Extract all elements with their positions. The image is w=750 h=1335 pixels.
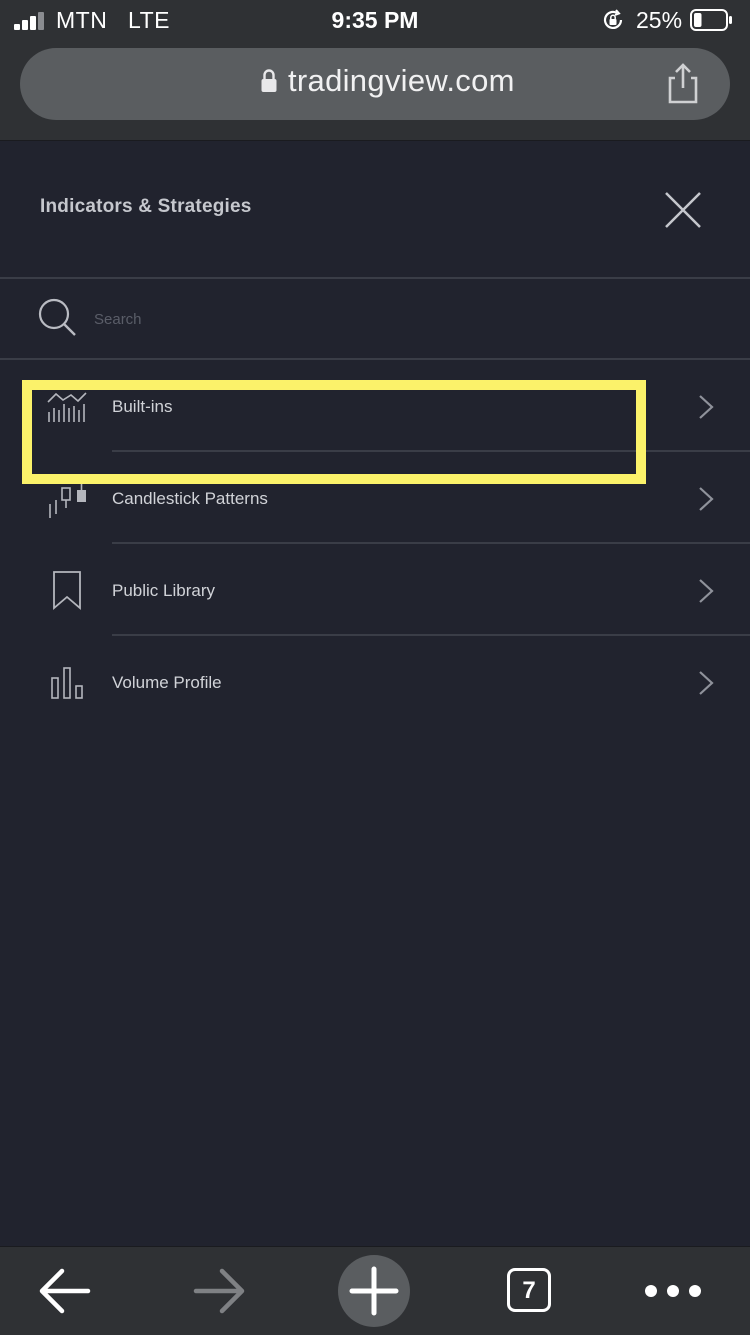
candlestick-icon: [49, 480, 86, 518]
more-options-icon[interactable]: [644, 1247, 702, 1335]
browser-chrome: MTN LTE 9:35 PM 25% tradingview.com: [0, 0, 750, 141]
browser-toolbar: 7: [0, 1246, 750, 1335]
search-row: [0, 278, 750, 360]
tab-count: 7: [522, 1277, 536, 1304]
volume-bars-icon: [51, 667, 83, 699]
search-input[interactable]: [92, 302, 696, 336]
back-arrow-icon[interactable]: [36, 1247, 92, 1335]
tab-count-button[interactable]: 7: [507, 1268, 551, 1312]
chevron-right-icon: [699, 395, 714, 419]
list-item-volume-profile[interactable]: Volume Profile: [0, 636, 750, 728]
chevron-right-icon: [699, 487, 714, 511]
orientation-lock-icon: [603, 9, 623, 29]
panel-header: Indicators & Strategies: [0, 141, 750, 279]
close-icon[interactable]: [662, 189, 704, 231]
chevron-right-icon: [699, 579, 714, 603]
list-item-candlestick-patterns[interactable]: Candlestick Patterns: [0, 452, 750, 544]
list-item-built-ins[interactable]: Built-ins: [0, 360, 750, 452]
status-bar: MTN LTE 9:35 PM 25%: [0, 0, 750, 42]
share-icon[interactable]: [666, 62, 700, 104]
secure-lock-icon: [261, 69, 277, 92]
address-bar[interactable]: tradingview.com: [20, 48, 730, 120]
forward-arrow-icon[interactable]: [192, 1247, 248, 1335]
panel-title: Indicators & Strategies: [40, 196, 252, 217]
list-item-label: Volume Profile: [112, 673, 222, 692]
bookmark-icon: [53, 571, 81, 610]
list-item-public-library[interactable]: Public Library: [0, 544, 750, 636]
list-item-label: Public Library: [112, 581, 215, 600]
search-icon: [38, 298, 76, 336]
list-item-label: Built-ins: [112, 397, 173, 416]
list-item-label: Candlestick Patterns: [112, 489, 268, 508]
new-tab-button[interactable]: [338, 1255, 410, 1327]
battery-icon: [690, 9, 732, 31]
plus-icon: [349, 1266, 399, 1316]
chevron-right-icon: [699, 671, 714, 695]
battery-percent: 25%: [636, 7, 683, 33]
indicator-category-list: Built-ins Candlestick Patterns Public Li…: [0, 360, 750, 728]
url-text: tradingview.com: [288, 63, 515, 98]
built-ins-chart-icon: [47, 392, 87, 422]
